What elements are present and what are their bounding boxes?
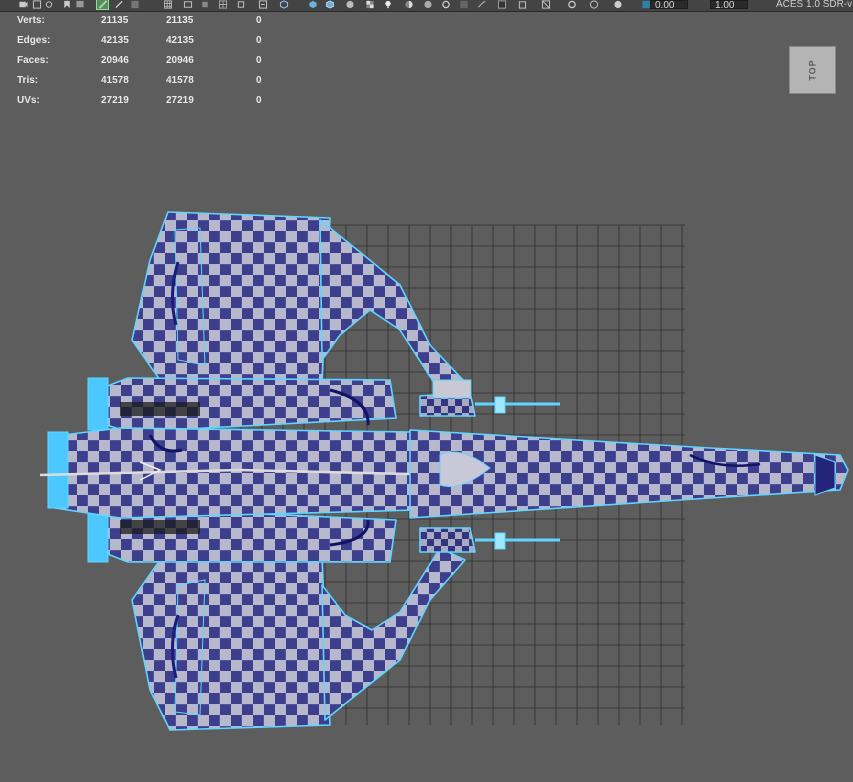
wireframe-cube-icon[interactable] [278,0,289,9]
upper-engine-exhaust [87,377,109,431]
shadows-icon[interactable] [403,0,414,9]
default-material-icon[interactable] [344,0,355,9]
lower-gun-ring [494,532,506,550]
hud-value-total: 41578 [101,75,129,86]
depth-of-field-icon[interactable] [476,0,487,9]
grid-icon[interactable] [162,0,173,9]
anti-aliasing-icon[interactable] [458,0,469,9]
hud-value-selected: 21135 [166,15,194,26]
engine-dark-panel [120,402,200,416]
upper-wing [131,211,331,381]
hud-value-count: 0 [256,35,262,46]
isolate-select-icon[interactable] [496,0,507,9]
engine-dark-panel [120,520,200,534]
bookmark-icon[interactable] [61,0,72,9]
exposure-icon[interactable] [588,0,599,9]
hud-value-selected: 27219 [166,95,194,106]
viewcube-label: TOP [807,59,818,81]
camera-icon[interactable] [17,0,28,9]
nose-tip [814,454,836,496]
hud-label: Verts: [17,15,45,26]
viewcube-top[interactable]: TOP [789,46,836,94]
main-thruster [47,431,69,509]
exposure-field[interactable]: 0.00 [650,0,688,11]
hud-value-total: 21135 [101,15,129,26]
viewport-3d[interactable] [0,12,853,777]
use-lights-icon[interactable] [382,0,393,9]
xray-active-icon[interactable] [540,0,551,9]
smooth-shade-icon[interactable] [307,0,318,9]
safe-action-icon[interactable] [235,0,246,9]
lower-engine-exhaust [87,509,109,563]
hud-value-selected: 41578 [166,75,194,86]
upper-gun-mount [432,379,472,399]
hud-value-count: 0 [256,75,262,86]
poly-count-hud: Verts: 21135 21135 0 Edges: 42135 42135 0 Faces:… [0,12,300,122]
lower-wing [131,559,331,731]
hud-label: UVs: [17,95,40,106]
square-icon[interactable] [129,0,140,9]
viewport-canvas[interactable] [0,12,853,777]
film-icon[interactable] [31,0,42,9]
film-gate-icon[interactable] [182,0,193,9]
xray-joints-icon[interactable] [566,0,577,9]
hud-value-total: 42135 [101,35,129,46]
hud-value-count: 0 [256,55,262,66]
hud-value-selected: 20946 [166,55,194,66]
lower-strut [321,547,466,721]
hud-value-total: 27219 [101,95,129,106]
upper-gun-ring [494,396,506,414]
viewport-toolbar: 0.00 1.00 ACES 1.0 SDR-v [0,0,853,12]
gamma-field[interactable]: 1.00 [710,0,748,11]
sculpt-brush-icon[interactable] [96,0,109,10]
hud-value-count: 0 [256,95,262,106]
xray-icon[interactable] [516,0,527,9]
hud-label: Faces: [17,55,49,66]
hud-value-count: 0 [256,15,262,26]
gamma-icon[interactable] [612,0,623,9]
textured-icon[interactable] [364,0,375,9]
field-chart-icon[interactable] [217,0,228,9]
hud-value-total: 20946 [101,55,129,66]
colorspace-label[interactable]: ACES 1.0 SDR-v [776,0,852,10]
motion-blur-icon[interactable] [440,0,451,9]
hud-value-selected: 42135 [166,35,194,46]
safe-title-icon[interactable] [257,0,268,9]
shaded-wireframe-icon[interactable] [324,0,335,9]
image-plane-icon[interactable] [74,0,85,9]
spaceship-mesh[interactable] [39,211,849,731]
lower-gun-pod [419,527,476,553]
screen-space-ao-icon[interactable] [422,0,433,9]
hud-label: Edges: [17,35,51,46]
grease-pencil-icon[interactable] [113,0,124,9]
lock-camera-icon[interactable] [43,0,54,9]
resolution-gate-icon[interactable] [199,0,210,9]
hud-label: Tris: [17,75,39,86]
